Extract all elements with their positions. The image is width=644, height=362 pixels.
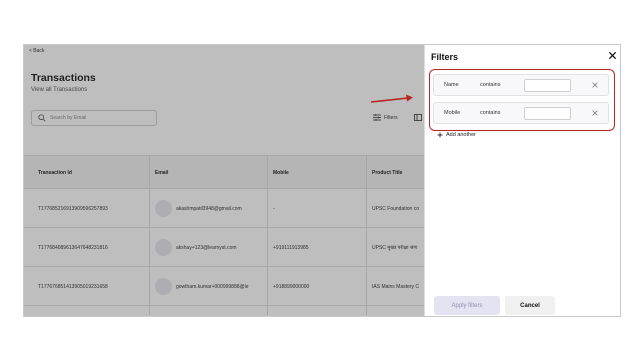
filter-value-input[interactable] [524,79,571,92]
plus-icon [437,132,443,138]
filter-row-mobile: Mobile contains [433,102,609,124]
transaction-id-cell: T177684089613647648231816 [38,245,108,251]
search-icon [38,114,46,122]
transaction-id-cell: T177676851413905019231658 [38,284,108,290]
product-title-cell: UPSC Foundation co [372,206,419,212]
filter-field-label[interactable]: Name [444,82,459,88]
filter-icon [373,114,381,121]
cancel-button[interactable]: Cancel [505,296,555,315]
mobile-cell: +918899000000 [273,284,310,290]
remove-filter-icon[interactable] [591,81,599,89]
table-header: Transaction Id Email Mobile Product Titl… [24,155,424,189]
filter-row-name: Name contains [433,74,609,96]
product-title-cell: UPSC मुख्य परीक्षा श्रेण [372,245,418,251]
filters-panel: Filters Name contains Mobile contains Ad… [424,45,620,316]
filter-operator[interactable]: contains [480,110,501,116]
column-divider [366,155,367,315]
column-header-email[interactable]: Email [155,170,168,176]
column-divider [267,155,268,315]
transactions-table: Transaction Id Email Mobile Product Titl… [24,155,424,316]
email-cell: akashmpatil3948@gmail.com [176,206,242,212]
search-box[interactable]: Search by Email [31,110,157,126]
filter-value-input[interactable] [524,107,571,120]
filters-button-label: Filters [384,114,398,121]
filter-field-label[interactable]: Mobile [444,110,460,116]
close-icon[interactable] [608,51,617,60]
column-header-transaction-id[interactable]: Transaction Id [38,170,72,176]
arrow-annotation-icon [370,94,413,103]
app-window: < Back Transactions View all Transaction… [23,44,621,317]
filters-panel-title: Filters [431,52,459,62]
table-row[interactable]: T1776852169139095962578​93 akashmpatil39… [24,189,424,228]
filter-operator[interactable]: contains [480,82,501,88]
columns-icon[interactable] [414,114,422,121]
avatar [155,200,172,217]
mobile-cell: +919111913985 [273,245,309,251]
search-input[interactable]: Search by Email [50,115,86,121]
remove-filter-icon[interactable] [591,109,599,117]
column-header-mobile[interactable]: Mobile [273,170,289,176]
table-row[interactable] [24,306,424,316]
email-cell: akshay+123@learnyst.com [176,245,237,251]
add-another-button[interactable]: Add another [437,132,476,138]
back-link[interactable]: < Back [29,48,44,54]
filters-button[interactable]: Filters [373,114,398,121]
transactions-page: < Back Transactions View all Transaction… [24,45,424,316]
table-row[interactable]: T177684089613647648231816 akshay+123@lea… [24,228,424,267]
product-title-cell: IAS Mains Mastery C [372,284,419,290]
page-subtitle: View all Transactions [31,87,88,93]
mobile-cell: - [273,206,275,212]
email-cell: gowtham.kumar+000999888@le [176,284,249,290]
column-divider [149,155,150,315]
avatar [155,239,172,256]
avatar [155,278,172,295]
add-another-label: Add another [446,132,476,138]
transaction-id-cell: T1776852169139095962578​93 [38,206,108,212]
column-header-product-title[interactable]: Product Title [372,170,402,176]
page-title: Transactions [31,72,96,84]
apply-filters-button[interactable]: Apply filters [434,296,500,315]
table-row[interactable]: T177676851413905019231658 gowtham.kumar+… [24,267,424,306]
